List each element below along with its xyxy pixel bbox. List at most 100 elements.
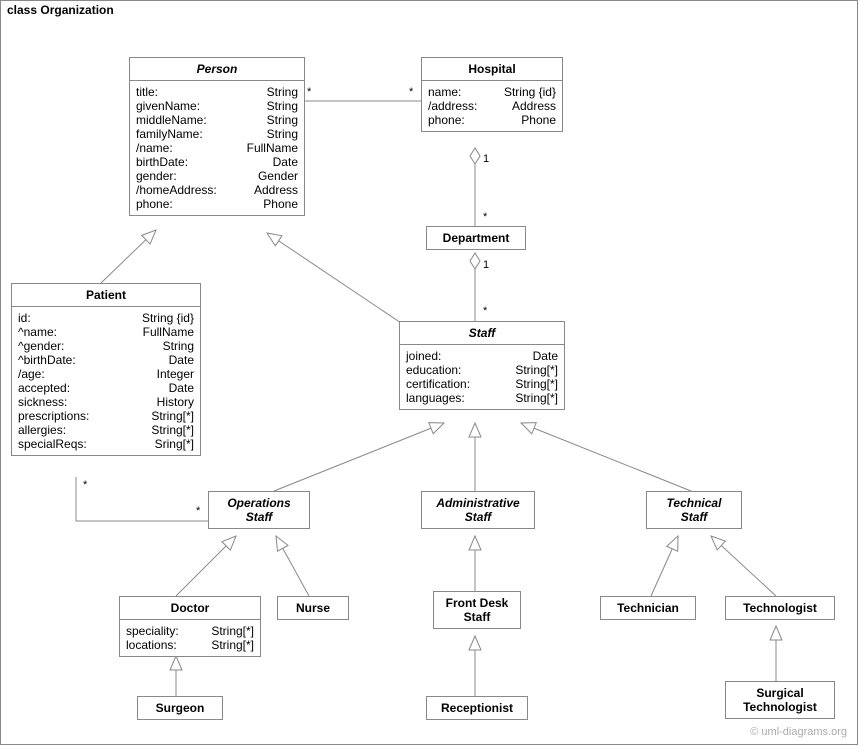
class-title: Administrative Staff xyxy=(422,492,534,528)
class-title: Receptionist xyxy=(427,697,527,719)
attr-type: String[*] xyxy=(151,409,194,423)
attr-type: Address xyxy=(254,183,298,197)
class-title: Hospital xyxy=(422,58,562,80)
class-department: Department xyxy=(426,226,526,250)
attr-name: ^birthDate: xyxy=(18,353,76,367)
class-administrative-staff: Administrative Staff xyxy=(421,491,535,529)
class-doctor: Doctor speciality: String[*] locations: St… xyxy=(119,596,261,657)
class-title-line: Staff xyxy=(436,610,518,624)
attr-name: accepted: xyxy=(18,381,70,395)
attr-name: specialReqs: xyxy=(18,437,87,451)
attr-name: phone: xyxy=(136,197,173,211)
mult-label: * xyxy=(409,86,413,98)
class-title-line: Surgical xyxy=(728,686,832,700)
class-title-line: Technical xyxy=(649,496,739,510)
class-title: Patient xyxy=(12,284,200,306)
mult-label: * xyxy=(307,86,311,98)
mult-label: 1 xyxy=(483,259,489,271)
attr-type: String xyxy=(267,85,298,99)
organization-frame: class Organization xyxy=(0,0,858,745)
attr-name: gender: xyxy=(136,169,177,183)
class-front-desk-staff: Front Desk Staff xyxy=(433,591,521,629)
attr-name: ^gender: xyxy=(18,339,64,353)
attr-type: Phone xyxy=(521,113,556,127)
class-patient: Patient id:String {id} ^name:FullName ^g… xyxy=(11,283,201,456)
class-title: Department xyxy=(427,227,525,249)
attr-name: givenName: xyxy=(136,99,200,113)
class-title: Technical Staff xyxy=(647,492,741,528)
class-title: Nurse xyxy=(278,597,348,619)
class-attrs: title:String givenName:String middleName… xyxy=(130,80,304,215)
class-staff: Staff joined: Date education: String[*] ce… xyxy=(399,321,565,410)
attr-name: locations: xyxy=(126,638,177,652)
class-title-line: Administrative xyxy=(424,496,532,510)
class-technologist: Technologist xyxy=(725,596,835,620)
class-title-line: Staff xyxy=(211,510,307,524)
class-title: Technician xyxy=(601,597,695,619)
attr-name: id: xyxy=(18,311,31,325)
attr-name: /name: xyxy=(136,141,173,155)
attr-name: certification: xyxy=(406,377,470,391)
class-nurse: Nurse xyxy=(277,596,349,620)
attr-type: String {id} xyxy=(504,85,556,99)
attr-name: prescriptions: xyxy=(18,409,89,423)
class-hospital: Hospital name: String {id} /address: Addre… xyxy=(421,57,563,132)
class-title: Person xyxy=(130,58,304,80)
attr-type: Address xyxy=(512,99,556,113)
class-attrs: speciality: String[*] locations: String[*] xyxy=(120,619,260,656)
attr-type: String[*] xyxy=(211,638,254,652)
mult-label: 1 xyxy=(483,153,489,165)
class-title-line: Front Desk xyxy=(436,596,518,610)
attr-type: String xyxy=(163,339,194,353)
class-title: Front Desk Staff xyxy=(434,592,520,628)
attr-type: Date xyxy=(273,155,298,169)
attr-type: Date xyxy=(169,381,194,395)
attr-type: Date xyxy=(169,353,194,367)
class-title: Surgeon xyxy=(138,697,222,719)
attr-name: middleName: xyxy=(136,113,207,127)
class-title: Staff xyxy=(400,322,564,344)
attr-name: allergies: xyxy=(18,423,66,437)
attr-type: Sring[*] xyxy=(155,437,194,451)
attr-type: String[*] xyxy=(515,391,558,405)
class-title-line: Staff xyxy=(424,510,532,524)
attr-type: History xyxy=(157,395,194,409)
class-technical-staff: Technical Staff xyxy=(646,491,742,529)
attr-type: Phone xyxy=(263,197,298,211)
mult-label: * xyxy=(483,211,487,223)
frame-title: class Organization xyxy=(0,0,133,19)
class-surgeon: Surgeon xyxy=(137,696,223,720)
class-title: Surgical Technologist xyxy=(726,682,834,718)
attr-type: String xyxy=(267,127,298,141)
attr-type: FullName xyxy=(247,141,298,155)
attr-name: /address: xyxy=(428,99,477,113)
attr-name: phone: xyxy=(428,113,465,127)
attr-type: String[*] xyxy=(211,624,254,638)
class-title-line: Staff xyxy=(649,510,739,524)
class-technician: Technician xyxy=(600,596,696,620)
class-receptionist: Receptionist xyxy=(426,696,528,720)
attr-name: joined: xyxy=(406,349,441,363)
mult-label: * xyxy=(83,479,87,491)
attr-name: speciality: xyxy=(126,624,179,638)
class-title-line: Technologist xyxy=(728,700,832,714)
attr-type: Date xyxy=(533,349,558,363)
attr-name: /homeAddress: xyxy=(136,183,217,197)
class-title: Doctor xyxy=(120,597,260,619)
attr-type: String xyxy=(267,99,298,113)
class-surgical-technologist: Surgical Technologist xyxy=(725,681,835,719)
attr-name: /age: xyxy=(18,367,45,381)
class-title-line: Operations xyxy=(211,496,307,510)
class-attrs: joined: Date education: String[*] certific… xyxy=(400,344,564,409)
attr-name: education: xyxy=(406,363,461,377)
attr-name: ^name: xyxy=(18,325,57,339)
watermark: © uml-diagrams.org xyxy=(750,726,847,738)
attr-type: Integer xyxy=(157,367,194,381)
class-operations-staff: Operations Staff xyxy=(208,491,310,529)
class-attrs: id:String {id} ^name:FullName ^gender:St… xyxy=(12,306,200,455)
attr-type: String[*] xyxy=(151,423,194,437)
attr-name: languages: xyxy=(406,391,465,405)
class-person: Person title:String givenName:String mid… xyxy=(129,57,305,216)
attr-name: name: xyxy=(428,85,461,99)
attr-name: birthDate: xyxy=(136,155,188,169)
